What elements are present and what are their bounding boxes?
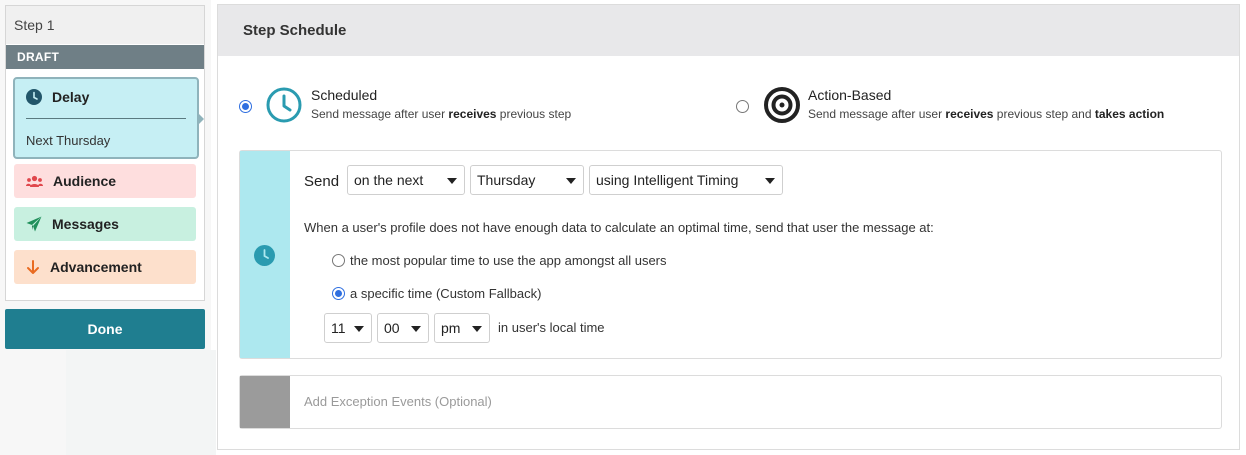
ampm-select[interactable]: pm xyxy=(434,313,490,343)
day-select[interactable]: Thursday xyxy=(470,165,584,195)
delay-title-row: Delay xyxy=(26,89,89,105)
clock-icon xyxy=(254,245,275,266)
clock-icon xyxy=(266,87,302,123)
scheduled-description: Send message after user receives previou… xyxy=(311,107,572,121)
specific-time-radio[interactable] xyxy=(332,287,345,300)
chevron-down-icon xyxy=(566,178,576,184)
exception-strip xyxy=(240,376,290,428)
step-label: Step 1 xyxy=(6,6,204,44)
step-card: Step 1 DRAFT Delay Next Thursday Audienc… xyxy=(5,5,205,301)
popular-time-radio[interactable] xyxy=(332,254,345,267)
send-when-select[interactable]: on the next xyxy=(347,165,465,195)
chevron-down-icon xyxy=(354,326,364,332)
add-exception-events[interactable]: Add Exception Events (Optional) xyxy=(239,375,1222,429)
send-when-value: on the next xyxy=(354,172,424,188)
arrow-down-icon xyxy=(27,259,39,274)
send-label: Send xyxy=(304,173,340,190)
sidebar-item-label: Messages xyxy=(52,216,119,232)
sidebar-item-label: Audience xyxy=(53,173,117,189)
timing-value: using Intelligent Timing xyxy=(596,172,739,188)
done-button[interactable]: Done xyxy=(5,309,205,349)
sidebar-item-messages[interactable]: Messages xyxy=(14,207,196,241)
chevron-down-icon xyxy=(411,326,421,332)
send-config-strip xyxy=(240,151,290,358)
step-sidebar: Step 1 DRAFT Delay Next Thursday Audienc… xyxy=(0,0,216,455)
action-based-title: Action-Based xyxy=(808,87,892,103)
chevron-down-icon xyxy=(765,178,775,184)
minute-value: 00 xyxy=(384,320,400,336)
popular-time-label: the most popular time to use the app amo… xyxy=(350,253,667,268)
local-time-label: in user's local time xyxy=(498,320,605,335)
sidebar-item-audience[interactable]: Audience xyxy=(14,164,196,198)
ampm-value: pm xyxy=(441,320,461,336)
canvas-background xyxy=(66,350,216,455)
specific-time-label: a specific time (Custom Fallback) xyxy=(350,286,542,301)
sidebar-item-advancement[interactable]: Advancement xyxy=(14,250,196,284)
delay-summary: Next Thursday xyxy=(26,133,111,148)
panel-title: Step Schedule xyxy=(218,5,1239,56)
scheduled-title: Scheduled xyxy=(311,87,378,103)
draft-status-badge: DRAFT xyxy=(6,45,204,69)
day-value: Thursday xyxy=(477,172,536,188)
fallback-description: When a user's profile does not have enou… xyxy=(304,220,934,235)
hour-value: 11 xyxy=(331,320,346,336)
minute-select[interactable]: 00 xyxy=(377,313,429,343)
users-icon xyxy=(26,175,43,187)
delay-title: Delay xyxy=(52,89,90,105)
clock-icon xyxy=(26,89,42,105)
timing-select[interactable]: using Intelligent Timing xyxy=(589,165,783,195)
step-schedule-panel: Step Schedule Scheduled Send message aft… xyxy=(217,4,1240,450)
chevron-down-icon xyxy=(472,326,482,332)
action-based-radio[interactable] xyxy=(736,100,749,113)
paper-plane-icon xyxy=(26,216,42,232)
hour-select[interactable]: 11 xyxy=(324,313,372,343)
target-icon xyxy=(764,87,800,123)
chevron-down-icon xyxy=(447,178,457,184)
scheduled-radio[interactable] xyxy=(239,100,252,113)
action-based-description: Send message after user receives previou… xyxy=(808,107,1165,121)
send-config-box: Send on the next Thursday using Intellig… xyxy=(239,150,1222,359)
delay-divider xyxy=(26,118,186,119)
active-indicator-arrow xyxy=(198,113,204,125)
sidebar-item-delay[interactable]: Delay Next Thursday xyxy=(13,77,199,159)
exception-label: Add Exception Events (Optional) xyxy=(304,394,492,409)
sidebar-item-label: Advancement xyxy=(50,259,142,275)
